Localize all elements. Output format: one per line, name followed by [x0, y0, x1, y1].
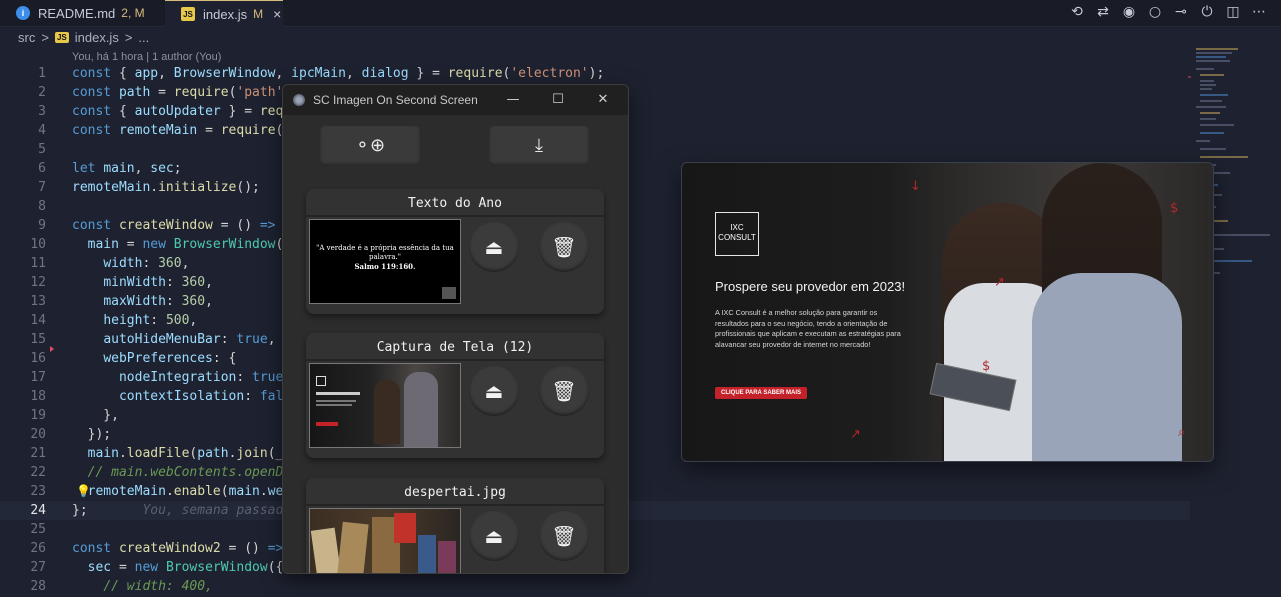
breadcrumb: src > JS index.js > ...: [18, 30, 149, 45]
window-title: SC Imagen On Second Screen: [313, 93, 478, 107]
trend-icon: ↗: [850, 427, 861, 442]
tab-status: M: [253, 7, 264, 21]
cast-icon: ⏏: [484, 524, 504, 548]
code-line: 1 const { app, BrowserWindow, ipcMain, di…: [38, 66, 605, 81]
chevron-right-icon: >: [124, 30, 133, 45]
verse-text: "A verdade é a própria essência da tua p…: [316, 244, 454, 271]
app-logo-icon: [293, 94, 305, 106]
promo-heading: Prospere seu provedor em 2023!: [715, 279, 906, 294]
lightbulb-icon[interactable]: 💡: [76, 484, 91, 498]
timeline-icon[interactable]: ⏻: [1199, 2, 1215, 22]
trash-icon: 🗑: [551, 235, 577, 259]
dollar-icon: $: [982, 359, 991, 374]
tab-status: 2, M: [121, 6, 145, 20]
image-card: Captura de Tela (12) ⏏ 🗑: [306, 333, 604, 458]
breadcrumb-folder[interactable]: src: [18, 30, 35, 45]
js-icon: JS: [54, 32, 69, 43]
card-title: Captura de Tela (12): [306, 333, 604, 361]
search-icon: ⌕: [1178, 425, 1186, 440]
delete-button[interactable]: 🗑: [539, 222, 589, 272]
download-icon: ⤓: [535, 135, 543, 156]
delete-button[interactable]: 🗑: [539, 366, 589, 416]
trend-icon: ↗: [994, 275, 1005, 290]
jw-logo: [442, 287, 456, 299]
cast-button[interactable]: ⏏: [469, 366, 519, 416]
cta-button[interactable]: CLIQUE PARA SABER MAIS: [715, 387, 808, 399]
breadcrumb-symbol[interactable]: ...: [138, 30, 149, 45]
js-icon: JS: [181, 7, 195, 21]
trash-icon: 🗑: [551, 524, 577, 548]
image-thumbnail[interactable]: "A verdade é a própria essência da tua p…: [309, 219, 461, 304]
editor-tab-bar: i README.md 2, M JS index.js M × ⟲ ⇄ ◉ ○…: [0, 0, 1281, 27]
codelens-blame[interactable]: You, há 1 hora | 1 author (You): [72, 51, 221, 63]
image-card: despertai.jpg ⏏ 🗑: [306, 478, 604, 573]
cast-icon: ⏏: [484, 235, 504, 259]
ixc-consult-logo: IXC CONSULT: [715, 212, 759, 256]
promo-body: A IXC Consult é a melhor solução para ga…: [715, 308, 901, 349]
more-actions-icon[interactable]: ⋯: [1251, 2, 1267, 22]
cast-button[interactable]: ⏏: [469, 222, 519, 272]
arrow-icon: ↓: [910, 179, 921, 194]
previous-change-icon[interactable]: ○: [1147, 2, 1163, 22]
cast-icon: ⏏: [484, 379, 504, 403]
second-screen-preview: ↓ $ ↗ $ ↗ ⌕ IXC CONSULT Prospere seu pro…: [681, 162, 1214, 462]
close-icon[interactable]: ×: [273, 6, 281, 22]
breadcrumb-file[interactable]: index.js: [75, 30, 119, 45]
app-window: SC Imagen On Second Screen — ☐ ✕ ⚬⊕ ⤓ Te…: [282, 84, 629, 574]
open-changes-icon[interactable]: ◉: [1121, 2, 1137, 22]
tab-label: index.js: [203, 6, 248, 22]
history-icon[interactable]: ⟲: [1069, 2, 1085, 22]
next-change-icon[interactable]: ⊸: [1173, 2, 1189, 22]
delete-button[interactable]: 🗑: [539, 511, 589, 561]
close-icon[interactable]: ✕: [580, 85, 626, 115]
tab-index-js[interactable]: JS index.js M ×: [165, 0, 283, 27]
download-button[interactable]: ⤓: [489, 126, 589, 166]
trash-icon: 🗑: [551, 379, 577, 403]
add-image-button[interactable]: ⚬⊕: [320, 126, 420, 166]
compare-icon[interactable]: ⇄: [1095, 2, 1111, 22]
code-line: 28 // width: 400,: [30, 579, 213, 594]
breakpoint-marker: [50, 346, 54, 352]
card-title: despertai.jpg: [306, 478, 604, 506]
image-thumbnail[interactable]: [309, 363, 461, 448]
dollar-icon: $: [1170, 201, 1179, 216]
editor-actions: ⟲ ⇄ ◉ ○ ⊸ ⏻ ◫ ⋯: [1069, 2, 1267, 22]
image-thumbnail[interactable]: [309, 508, 461, 573]
add-image-icon: ⚬⊕: [354, 135, 386, 156]
split-editor-icon[interactable]: ◫: [1225, 2, 1241, 22]
person-man-shirt: [1032, 273, 1182, 461]
cast-button[interactable]: ⏏: [469, 511, 519, 561]
maximize-icon[interactable]: ☐: [535, 85, 581, 115]
info-icon: i: [16, 6, 30, 20]
tab-readme[interactable]: i README.md 2, M: [0, 0, 165, 26]
image-card: Texto do Ano "A verdade é a própria essê…: [306, 189, 604, 314]
window-title-bar[interactable]: SC Imagen On Second Screen — ☐ ✕: [283, 85, 628, 115]
chevron-right-icon: >: [41, 30, 49, 45]
minimize-icon[interactable]: —: [490, 85, 536, 115]
card-title: Texto do Ano: [306, 189, 604, 217]
tab-label: README.md: [38, 5, 116, 21]
